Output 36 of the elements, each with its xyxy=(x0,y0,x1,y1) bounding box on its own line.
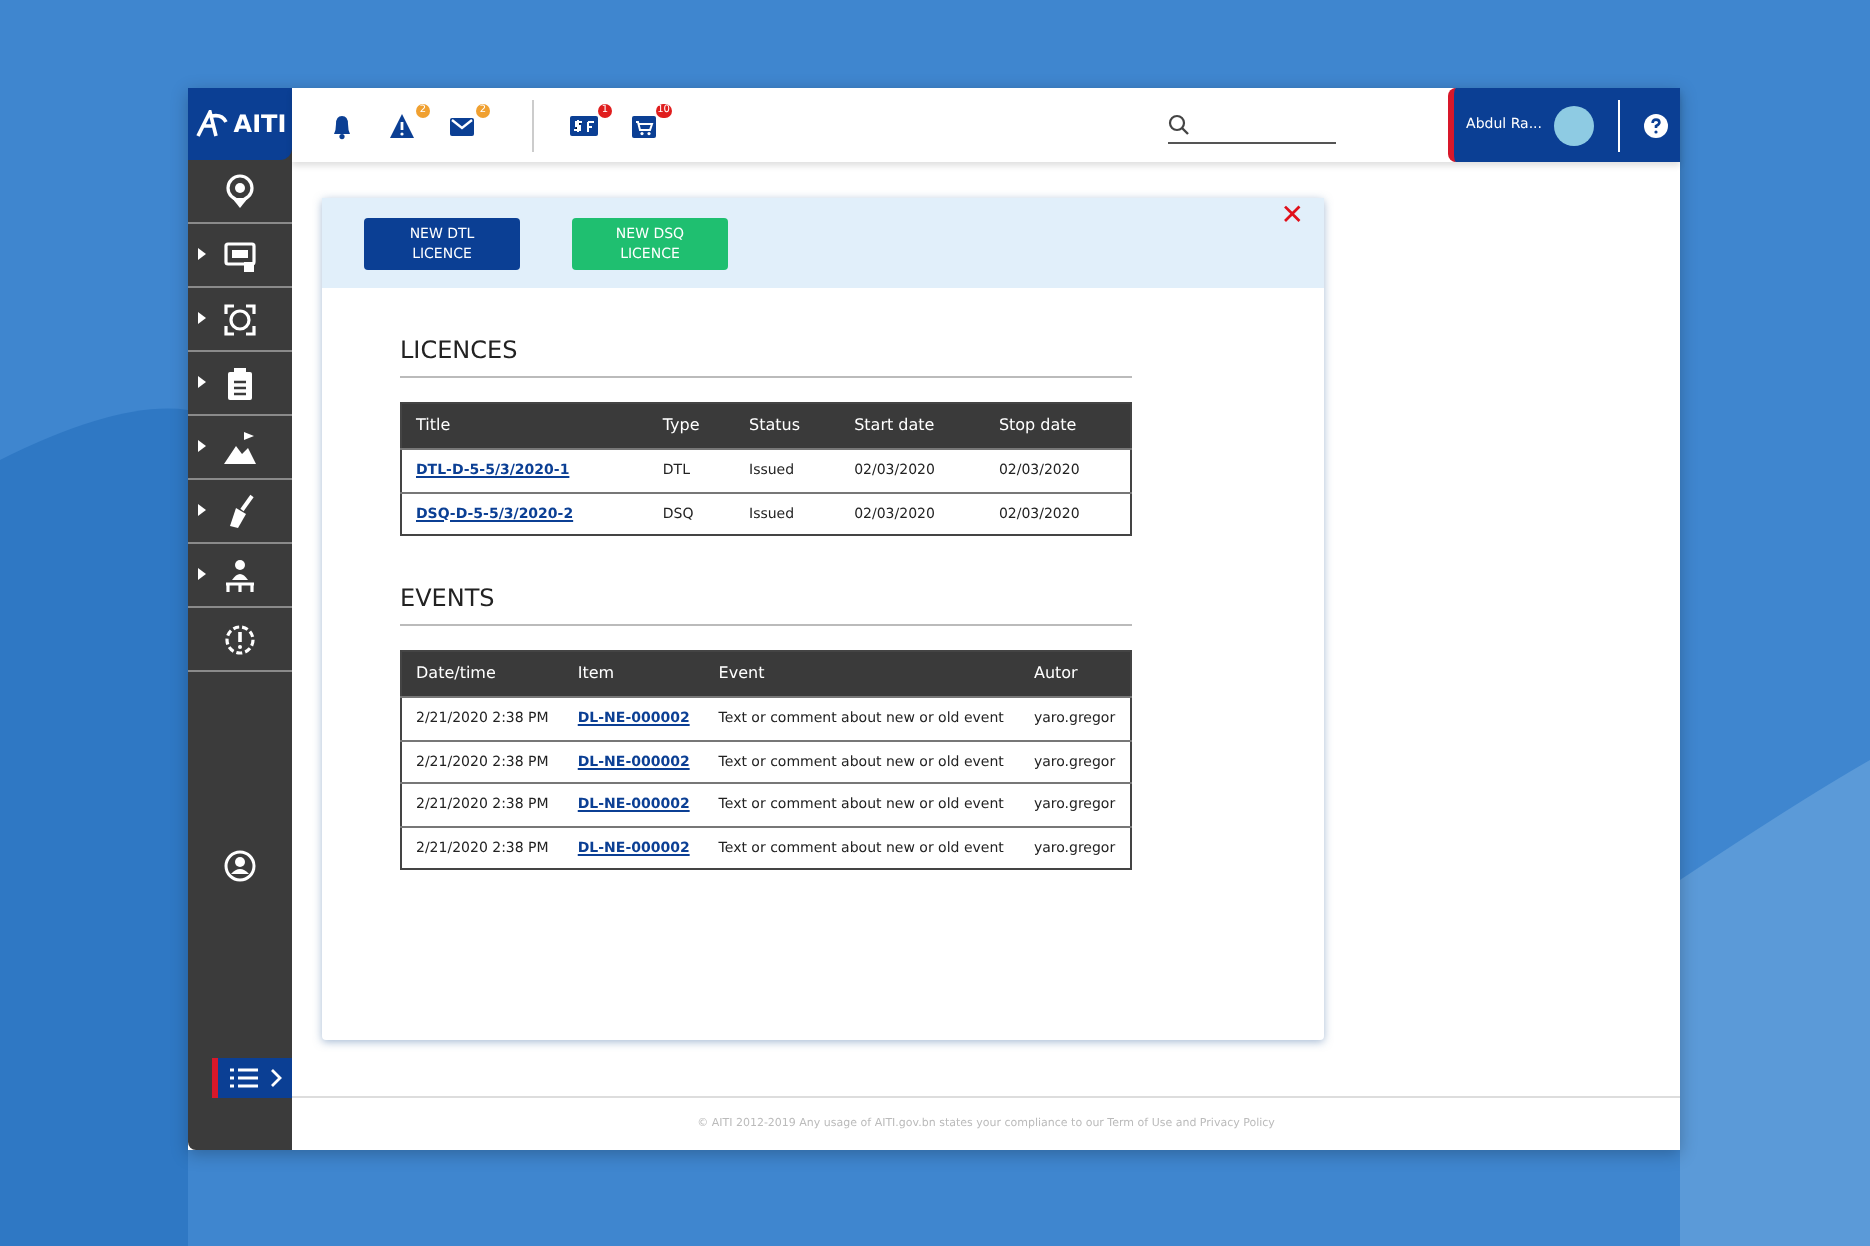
chevron-right-icon xyxy=(269,1068,281,1088)
menu-toggle-button[interactable] xyxy=(212,1058,292,1098)
help-icon[interactable] xyxy=(1644,113,1668,137)
profile-icon[interactable] xyxy=(224,849,256,881)
bell-icon[interactable] xyxy=(328,111,356,139)
avatar xyxy=(1554,105,1594,145)
team-icon xyxy=(222,557,258,593)
expand-arrow-icon[interactable] xyxy=(198,376,206,388)
column-header: Title xyxy=(401,403,649,449)
expand-arrow-icon[interactable] xyxy=(198,312,206,324)
cart-icon[interactable] xyxy=(630,111,658,139)
column-header: Start date xyxy=(840,403,985,449)
expand-arrow-icon[interactable] xyxy=(198,568,206,580)
list-icon xyxy=(229,1068,257,1088)
column-header: Event xyxy=(704,651,1020,697)
column-header: Type xyxy=(648,403,735,449)
section-title: LICENCES xyxy=(400,332,1132,378)
close-button[interactable]: ✕ xyxy=(1280,202,1304,230)
search-icon xyxy=(1168,113,1191,135)
monitor-icon xyxy=(222,237,258,273)
warning-icon[interactable] xyxy=(388,111,416,139)
column-header: Stop date xyxy=(984,403,1131,449)
expand-arrow-icon[interactable] xyxy=(198,440,206,452)
logo: AITI xyxy=(188,88,292,160)
invoice-icon[interactable] xyxy=(570,111,598,139)
expand-arrow-icon[interactable] xyxy=(198,248,206,260)
column-header: Status xyxy=(735,403,841,449)
column-header: Autor xyxy=(1019,651,1131,697)
column-header: Date/time xyxy=(401,651,564,697)
clipboard-icon xyxy=(222,365,258,401)
expand-arrow-icon[interactable] xyxy=(198,504,206,516)
person-frame-icon xyxy=(222,301,258,337)
mountain-flag-icon xyxy=(222,429,258,465)
section-title: EVENTS xyxy=(400,580,1132,626)
column-header: Item xyxy=(563,651,705,697)
location-pin-icon xyxy=(222,173,258,209)
